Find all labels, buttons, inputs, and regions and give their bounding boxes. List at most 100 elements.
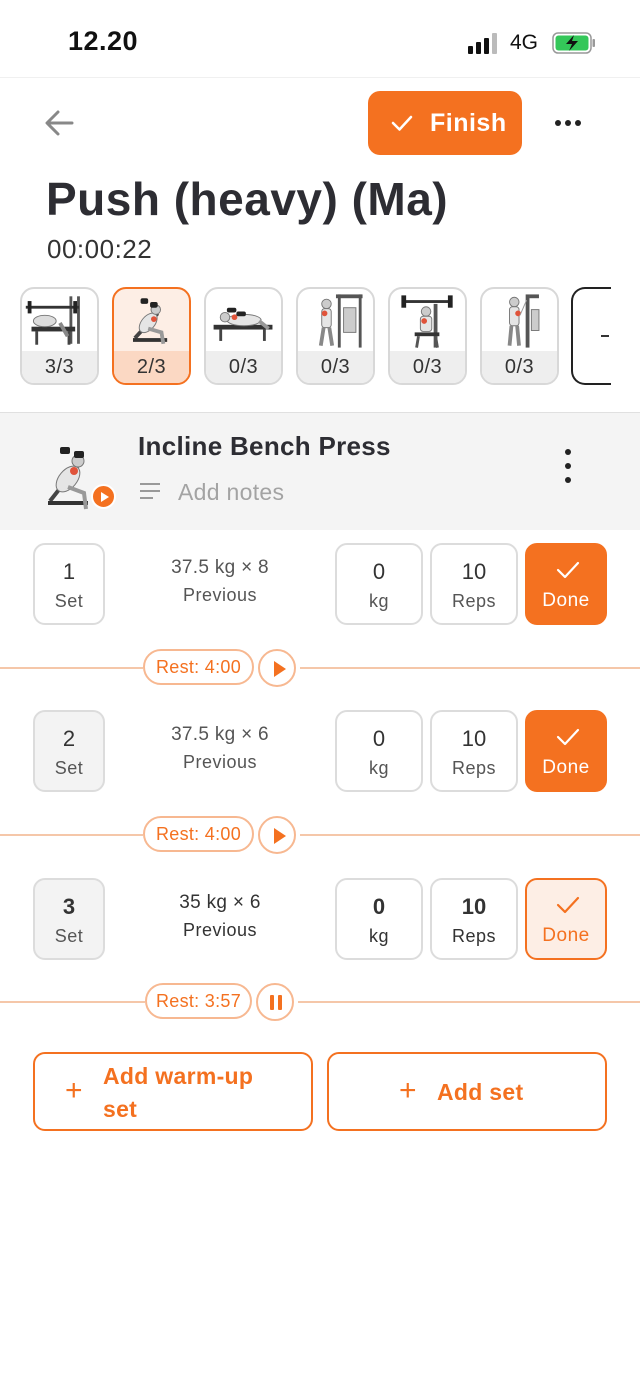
done-label: Done (542, 925, 590, 946)
exercise-progress: 2/3 (114, 351, 189, 383)
previous-label: Previous (182, 920, 258, 940)
set-number-value: 2 (62, 726, 76, 751)
reps-value: 10 (461, 894, 487, 919)
rest-timer-pill[interactable]: Rest: 4:00 (143, 649, 254, 685)
previous-performance[interactable]: 37.5 kg × 8 Previous (120, 557, 320, 606)
finish-button[interactable]: Finish (368, 91, 522, 155)
set-row: 3 Set 35 kg × 6 Previous 0 kg 10 Reps Do… (0, 878, 640, 962)
done-button[interactable]: Done (525, 878, 607, 960)
check-icon (556, 561, 580, 579)
previous-performance[interactable]: 35 kg × 6 Previous (120, 892, 320, 941)
reps-label: Reps (451, 926, 497, 946)
set-number-label: Set (54, 591, 84, 611)
done-label: Done (542, 590, 590, 611)
rest-divider (0, 667, 143, 669)
status-time: 12.20 (68, 26, 139, 56)
check-icon (556, 896, 580, 914)
seated-press-figure-icon (401, 295, 453, 348)
workout-title: Push (heavy) (Ma) (46, 173, 449, 225)
weight-value: 0 (372, 726, 386, 751)
add-warmup-label-line1: Add warm-up (103, 1063, 254, 1089)
weight-unit: kg (368, 758, 389, 778)
previous-value: 37.5 kg × 8 (171, 557, 269, 578)
add-set-button[interactable]: + Add set (327, 1052, 607, 1131)
exercise-progress: 0/3 (298, 351, 373, 383)
pause-icon[interactable] (256, 983, 294, 1021)
previous-label: Previous (182, 752, 258, 772)
add-warmup-set-button[interactable]: + Add warm-up set (33, 1052, 313, 1131)
incline-press-figure-icon (132, 298, 168, 345)
rest-divider (298, 1001, 640, 1003)
set-number[interactable]: 1 Set (33, 543, 105, 625)
reps-input[interactable]: 10 Reps (430, 710, 518, 792)
status-bar: 12.20 4G (0, 0, 640, 78)
exercise-thumb-1[interactable]: 3/3 (20, 287, 99, 385)
cable-machine-figure-icon (318, 294, 363, 348)
weight-value: 0 (372, 894, 386, 919)
battery-charging-icon (552, 32, 595, 54)
exercise-progress: 0/3 (390, 351, 465, 383)
set-row: 2 Set 37.5 kg × 6 Previous 0 kg 10 Reps … (0, 710, 640, 794)
done-button[interactable]: Done (525, 543, 607, 625)
exercise-name[interactable]: Incline Bench Press (138, 431, 391, 462)
add-set-label: Add set (437, 1079, 524, 1105)
weight-input[interactable]: 0 kg (335, 878, 423, 960)
exercise-thumb-2[interactable]: 2/3 (112, 287, 191, 385)
play-icon[interactable] (258, 816, 296, 854)
add-notes-input[interactable]: Add notes (178, 479, 284, 506)
add-warmup-label-line2: set (103, 1096, 138, 1122)
check-icon (391, 115, 413, 131)
network-label: 4G (510, 31, 539, 54)
rest-timer-row: Rest: 4:00 (0, 815, 640, 855)
play-video-icon[interactable] (91, 484, 116, 509)
set-number-value: 3 (62, 894, 76, 919)
rest-timer-row: Rest: 4:00 (0, 648, 640, 688)
rest-divider (0, 1001, 145, 1003)
previous-performance[interactable]: 37.5 kg × 6 Previous (120, 724, 320, 773)
signal-icon (468, 32, 500, 54)
bench-press-figure-icon (25, 296, 80, 345)
exercise-thumb-5[interactable]: 0/3 (388, 287, 467, 385)
previous-label: Previous (182, 585, 258, 605)
exercise-menu-icon[interactable] (556, 449, 580, 483)
done-label: Done (542, 757, 590, 778)
reps-value: 10 (461, 726, 487, 751)
more-options-icon[interactable] (548, 108, 588, 138)
set-number-label: Set (54, 758, 84, 778)
weight-unit: kg (368, 591, 389, 611)
weight-input[interactable]: 0 kg (335, 543, 423, 625)
exercise-progress: 3/3 (22, 351, 97, 383)
weight-input[interactable]: 0 kg (335, 710, 423, 792)
rest-divider (300, 667, 640, 669)
flat-press-figure-icon (213, 307, 273, 341)
play-icon[interactable] (258, 649, 296, 687)
exercise-strip: 3/3 2/3 0/3 0/3 0/3 0/3 (20, 287, 640, 385)
set-number[interactable]: 2 Set (33, 710, 105, 792)
notes-icon (140, 483, 162, 499)
back-arrow-icon[interactable] (40, 104, 80, 142)
reps-value: 10 (461, 559, 487, 584)
exercise-thumb-6[interactable]: 0/3 (480, 287, 559, 385)
cable-pushdown-figure-icon (507, 294, 540, 348)
done-button[interactable]: Done (525, 710, 607, 792)
previous-value: 37.5 kg × 6 (171, 724, 269, 745)
plus-icon: + (399, 1074, 417, 1107)
finish-label: Finish (430, 108, 507, 137)
set-number[interactable]: 3 Set (33, 878, 105, 960)
reps-input[interactable]: 10 Reps (430, 543, 518, 625)
plus-icon: + (65, 1074, 83, 1107)
exercise-thumb-4[interactable]: 0/3 (296, 287, 375, 385)
exercise-header: Incline Bench Press Add notes (0, 412, 640, 530)
add-exercise-thumb[interactable] (571, 287, 611, 385)
rest-timer-pill[interactable]: Rest: 3:57 (145, 983, 252, 1019)
check-icon (556, 728, 580, 746)
workout-timer: 00:00:22 (47, 234, 153, 264)
reps-label: Reps (451, 758, 497, 778)
reps-label: Reps (451, 591, 497, 611)
exercise-thumb-3[interactable]: 0/3 (204, 287, 283, 385)
rest-divider (300, 834, 640, 836)
set-number-label: Set (54, 926, 84, 946)
reps-input[interactable]: 10 Reps (430, 878, 518, 960)
rest-timer-pill[interactable]: Rest: 4:00 (143, 816, 254, 852)
set-row: 1 Set 37.5 kg × 8 Previous 0 kg 10 Reps … (0, 543, 640, 627)
